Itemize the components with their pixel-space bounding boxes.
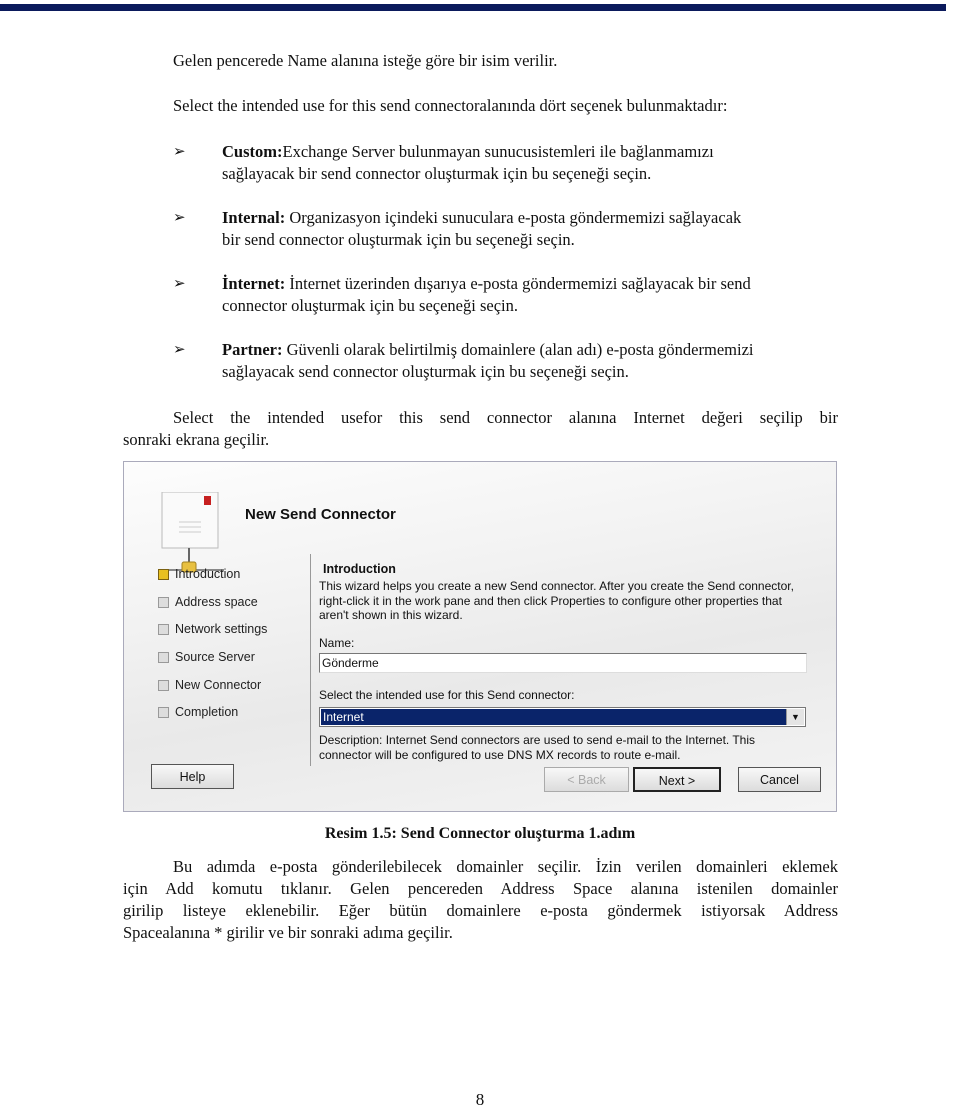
bullet-item-cont: connector oluşturmak için bu seçeneği se… (222, 296, 518, 315)
step-indicator-icon (158, 569, 169, 580)
wizard-description: This wizard helps you create a new Send … (319, 579, 794, 622)
bullet-item-cont: bir send connector oluşturmak için bu se… (222, 230, 575, 249)
step-indicator-icon (158, 707, 169, 718)
step-introduction: Introduction (175, 567, 241, 581)
step-address-space: Address space (175, 595, 258, 609)
paragraph-2-line-3: girilip listeye eklenebilir. Eğer bütün … (123, 901, 838, 920)
intended-use-select[interactable]: Internet ▼ (319, 707, 806, 727)
divider (310, 554, 311, 766)
bullet-item-cont: sağlayacak send connector oluşturmak içi… (222, 362, 629, 381)
intended-use-description: Description: Internet Send connectors ar… (319, 733, 756, 762)
step-indicator-icon (158, 680, 169, 691)
intended-use-label: Select the intended use for this Send co… (319, 688, 575, 702)
selected-option: Internet (321, 709, 786, 725)
header-bar (0, 4, 946, 11)
bullet-item: Internal: Organizasyon içindeki sunucula… (222, 208, 742, 227)
chevron-down-icon[interactable]: ▼ (786, 709, 804, 725)
arrow-bullet-icon: ➢ (173, 142, 186, 160)
paragraph-2-line-4: Spacealanına * girilir ve bir sonraki ad… (123, 923, 453, 942)
step-indicator-icon (158, 624, 169, 635)
figure-caption: Resim 1.5: Send Connector oluşturma 1.ad… (324, 825, 636, 842)
document-page: Gelen pencerede Name alanına isteğe göre… (0, 0, 960, 1107)
wizard-screenshot: New Send Connector Introduction Address … (123, 461, 837, 812)
bullet-item: İnternet: İnternet üzerinden dışarıya e-… (222, 274, 751, 293)
paragraph-2-line-2: için Add komutu tıklanır. Gelen pencered… (123, 879, 838, 898)
arrow-bullet-icon: ➢ (173, 208, 186, 226)
paragraph-2-line-1: Bu adımda e-posta gönderilebilecek domai… (173, 857, 838, 876)
step-network-settings: Network settings (175, 622, 268, 636)
intro-line-1: Gelen pencerede Name alanına isteğe göre… (173, 51, 558, 70)
step-new-connector: New Connector (175, 678, 262, 692)
intro-line-2: Select the intended use for this send co… (173, 96, 728, 115)
step-completion: Completion (175, 705, 239, 719)
page-number: 8 (475, 1090, 485, 1107)
bullet-item-cont: sağlayacak bir send connector oluşturmak… (222, 164, 652, 183)
paragraph-1-line-2: sonraki ekrana geçilir. (123, 430, 270, 449)
section-title: Introduction (323, 562, 396, 576)
step-indicator-icon (158, 652, 169, 663)
name-label: Name: (319, 636, 355, 650)
arrow-bullet-icon: ➢ (173, 274, 186, 292)
paragraph-1-line-1: Select the intended usefor this send con… (173, 408, 838, 427)
bullet-item: Custom:Exchange Server bulunmayan sunucu… (222, 142, 714, 161)
name-input[interactable]: Gönderme (319, 653, 807, 673)
cancel-button[interactable]: Cancel (738, 767, 821, 792)
next-button[interactable]: Next > (633, 767, 721, 792)
bullet-item: Partner: Güvenli olarak belirtilmiş doma… (222, 340, 754, 359)
step-source-server: Source Server (175, 650, 255, 664)
help-button[interactable]: Help (151, 764, 234, 789)
step-indicator-icon (158, 597, 169, 608)
wizard-title: New Send Connector (245, 506, 396, 523)
back-button[interactable]: < Back (544, 767, 629, 792)
arrow-bullet-icon: ➢ (173, 340, 186, 358)
